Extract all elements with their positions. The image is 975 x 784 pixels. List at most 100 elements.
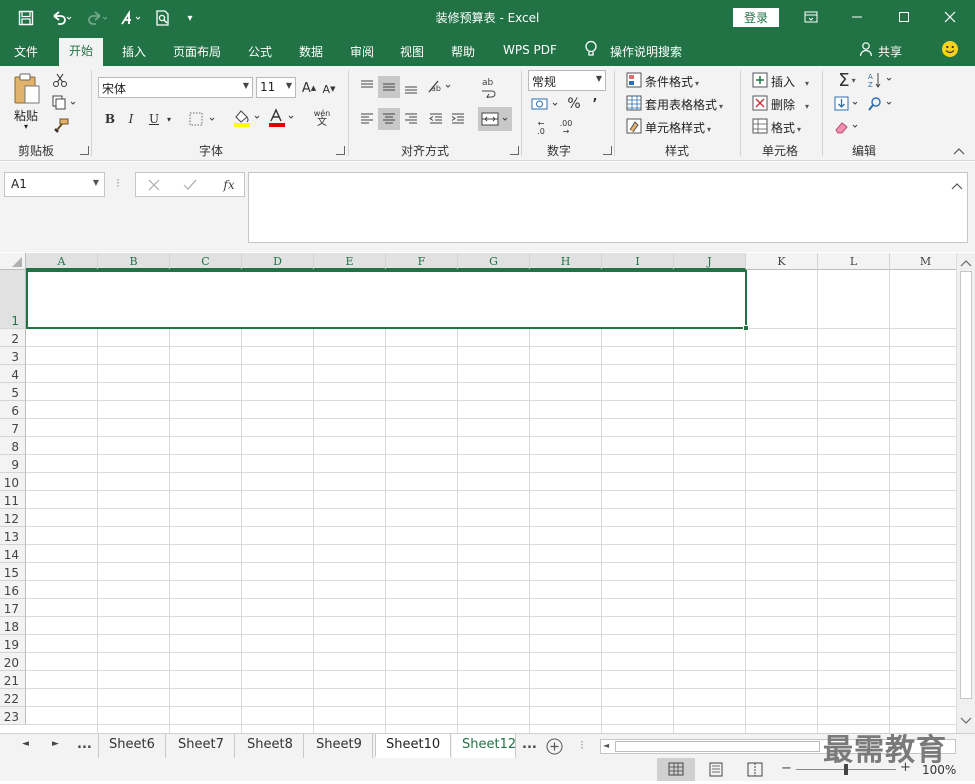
clipboard-launcher-icon[interactable] xyxy=(80,146,89,155)
row-header-16[interactable]: 16 xyxy=(0,581,26,599)
increase-indent-icon[interactable] xyxy=(448,108,468,130)
tab-more-right[interactable]: ... xyxy=(522,737,537,752)
row-header-1[interactable]: 1 xyxy=(0,270,26,329)
format-painter-icon[interactable] xyxy=(50,116,72,136)
comma-style-button[interactable]: ’ xyxy=(588,94,602,114)
confirm-entry-icon[interactable] xyxy=(182,176,198,194)
tab-more-left[interactable]: ... xyxy=(77,737,92,752)
row-header-19[interactable]: 19 xyxy=(0,635,26,653)
phonetic-guide-icon[interactable]: wén 文 xyxy=(305,106,339,132)
row-header-17[interactable]: 17 xyxy=(0,599,26,617)
name-box[interactable]: A1 ▼ xyxy=(4,172,105,197)
row-header-11[interactable]: 11 xyxy=(0,491,26,509)
page-layout-view-icon[interactable] xyxy=(707,762,725,780)
select-all-corner[interactable] xyxy=(0,253,26,270)
align-middle-icon[interactable] xyxy=(378,76,400,98)
tab-sheet10[interactable]: Sheet10 xyxy=(375,734,452,758)
hscroll-left-icon[interactable]: ◄ xyxy=(603,741,609,750)
tab-sheet9[interactable]: Sheet9 xyxy=(306,734,373,758)
column-header-d[interactable]: D xyxy=(242,253,314,270)
tab-scroll-right-icon[interactable]: ► xyxy=(52,739,59,749)
minimize-icon[interactable] xyxy=(846,8,868,26)
row-header-20[interactable]: 20 xyxy=(0,653,26,671)
page-break-view-icon[interactable] xyxy=(746,762,764,780)
formula-bar-splitter-icon[interactable]: ⁝ xyxy=(116,176,120,190)
format-cells-button[interactable]: 格式 ▾ xyxy=(771,119,801,136)
menu-view[interactable]: 视图 xyxy=(400,43,424,60)
scroll-up-icon[interactable] xyxy=(960,257,972,271)
tab-sheet7[interactable]: Sheet7 xyxy=(168,734,235,758)
fill-color-icon[interactable] xyxy=(230,107,264,129)
fill-handle[interactable] xyxy=(743,325,749,331)
column-header-c[interactable]: C xyxy=(170,253,242,270)
menu-wps-pdf[interactable]: WPS PDF xyxy=(503,43,557,57)
align-top-icon[interactable] xyxy=(357,76,377,98)
row-header-21[interactable]: 21 xyxy=(0,671,26,689)
vertical-scrollbar[interactable] xyxy=(956,253,975,733)
zoom-slider[interactable] xyxy=(796,764,896,775)
column-header-b[interactable]: B xyxy=(98,253,170,270)
row-header-22[interactable]: 22 xyxy=(0,689,26,707)
decrease-indent-icon[interactable] xyxy=(426,108,446,130)
row-header-4[interactable]: 4 xyxy=(0,365,26,383)
delete-cells-button[interactable]: 删除 ▾ xyxy=(771,96,809,113)
tab-sheet8[interactable]: Sheet8 xyxy=(237,734,304,758)
bold-button[interactable]: B xyxy=(101,109,119,129)
underline-dropdown-icon[interactable]: ▾ xyxy=(163,109,175,129)
orientation-icon[interactable]: ab xyxy=(425,76,455,98)
autosum-icon[interactable]: Σ ▾ xyxy=(831,69,863,91)
menu-file[interactable]: 文件 xyxy=(14,43,38,60)
align-right-icon[interactable] xyxy=(401,108,421,130)
row-header-5[interactable]: 5 xyxy=(0,383,26,401)
clear-icon[interactable] xyxy=(832,117,862,137)
row-header-23[interactable]: 23 xyxy=(0,707,26,725)
row-header-9[interactable]: 9 xyxy=(0,455,26,473)
menu-review[interactable]: 审阅 xyxy=(350,43,374,60)
row-header-10[interactable]: 10 xyxy=(0,473,26,491)
row-header-15[interactable]: 15 xyxy=(0,563,26,581)
align-left-icon[interactable] xyxy=(357,108,377,130)
column-header-f[interactable]: F xyxy=(386,253,458,270)
merge-center-icon[interactable] xyxy=(478,107,512,131)
menu-data[interactable]: 数据 xyxy=(299,43,323,60)
column-header-i[interactable]: I xyxy=(602,253,674,270)
number-format-dropdown-icon[interactable]: ▼ xyxy=(596,74,602,83)
font-name-dropdown-icon[interactable]: ▼ xyxy=(243,81,249,90)
fill-icon[interactable] xyxy=(832,94,862,114)
menu-help[interactable]: 帮助 xyxy=(451,43,475,60)
alignment-launcher-icon[interactable] xyxy=(510,146,519,155)
insert-cells-button[interactable]: 插入 ▾ xyxy=(771,73,809,90)
increase-decimal-icon[interactable]: ← .0 xyxy=(530,116,552,140)
menu-page-layout[interactable]: 页面布局 xyxy=(173,43,221,60)
paste-dropdown-icon[interactable]: ▾ xyxy=(24,122,28,131)
row-header-7[interactable]: 7 xyxy=(0,419,26,437)
font-name-combo[interactable]: 宋体 ▼ xyxy=(98,77,253,98)
formula-input[interactable] xyxy=(248,172,968,243)
align-bottom-icon[interactable] xyxy=(401,76,421,98)
normal-view-icon[interactable] xyxy=(657,758,695,781)
cancel-entry-icon[interactable] xyxy=(146,176,162,194)
font-launcher-icon[interactable] xyxy=(336,146,345,155)
percent-style-button[interactable]: % xyxy=(565,94,583,114)
row-header-3[interactable]: 3 xyxy=(0,347,26,365)
table-format-button[interactable]: 套用表格格式 ▾ xyxy=(645,96,723,113)
selected-merged-cell-a1[interactable] xyxy=(26,270,747,329)
underline-button[interactable]: U xyxy=(145,109,163,129)
column-header-k[interactable]: K xyxy=(746,253,818,270)
menu-insert[interactable]: 插入 xyxy=(122,43,146,60)
login-button[interactable]: 登录 xyxy=(733,8,779,27)
sort-filter-icon[interactable]: AZ xyxy=(866,70,896,90)
column-header-a[interactable]: A xyxy=(26,253,98,270)
borders-icon[interactable] xyxy=(186,109,220,129)
number-format-combo[interactable]: 常规 ▼ xyxy=(528,70,606,91)
scroll-down-icon[interactable] xyxy=(960,715,972,729)
menu-formulas[interactable]: 公式 xyxy=(248,43,272,60)
share-button[interactable]: 共享 xyxy=(878,43,902,60)
horizontal-scroll-thumb[interactable] xyxy=(615,741,820,752)
tell-me-search[interactable]: 操作说明搜索 xyxy=(610,43,682,60)
worksheet-grid[interactable]: A B C D E F G H I J K L M 1 2 3 4 5 6 7 8 9 10 11 12 13 14 15 16 17 18… xyxy=(0,253,956,733)
font-size-combo[interactable]: 11 ▼ xyxy=(256,77,296,98)
paste-icon[interactable] xyxy=(10,72,44,106)
zoom-out-button[interactable]: − xyxy=(781,761,792,776)
row-header-8[interactable]: 8 xyxy=(0,437,26,455)
